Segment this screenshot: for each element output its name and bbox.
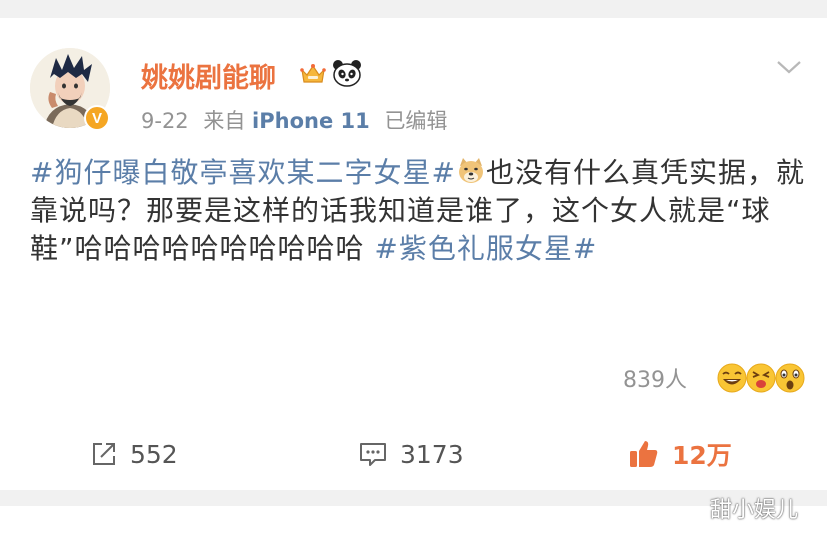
laugh-emoji-icon <box>717 363 747 393</box>
like-count: 12万 <box>672 441 732 470</box>
crown-badge-icon[interactable] <box>299 62 327 86</box>
post-meta: 9-22 来自 iPhone 11 已编辑 <box>141 105 447 135</box>
topic-link[interactable]: #紫色礼服女星# <box>374 232 597 265</box>
reaction-emoji-stack[interactable] <box>717 362 807 394</box>
comment-button[interactable]: 3173 <box>358 436 464 472</box>
forward-count: 552 <box>130 439 178 469</box>
panda-badge-icon[interactable] <box>332 59 362 87</box>
source-device[interactable]: iPhone 11 <box>252 109 370 133</box>
likers-count[interactable]: 839人 <box>623 362 687 394</box>
forward-icon <box>93 443 115 465</box>
topic-link[interactable]: #狗仔曝白敬亭喜欢某二字女星# <box>30 156 456 189</box>
username[interactable]: 姚姚剧能聊 <box>141 56 276 95</box>
shocked-emoji-icon <box>775 363 805 393</box>
forward-button[interactable]: 552 <box>90 436 178 472</box>
source-prefix: 来自 <box>203 109 246 133</box>
next-card-edge <box>0 506 827 533</box>
verified-v-icon: V <box>84 105 110 131</box>
edited-label[interactable]: 已编辑 <box>384 109 447 133</box>
watermark: 甜小娱儿 <box>710 498 799 523</box>
chevron-down-icon[interactable] <box>776 58 802 76</box>
thumbs-up-icon <box>630 441 658 467</box>
like-button[interactable]: 12万 <box>628 436 732 472</box>
grin-squint-emoji-icon <box>746 363 776 393</box>
post-content: #狗仔曝白敬亭喜欢某二字女星# 也没有什么真凭实据，就靠说吗？那要是这样的话我知道… <box>30 154 810 268</box>
comment-icon <box>360 443 386 466</box>
doge-emoji-icon <box>458 158 483 183</box>
post-date: 9-22 <box>141 109 189 133</box>
comment-count: 3173 <box>400 439 464 469</box>
